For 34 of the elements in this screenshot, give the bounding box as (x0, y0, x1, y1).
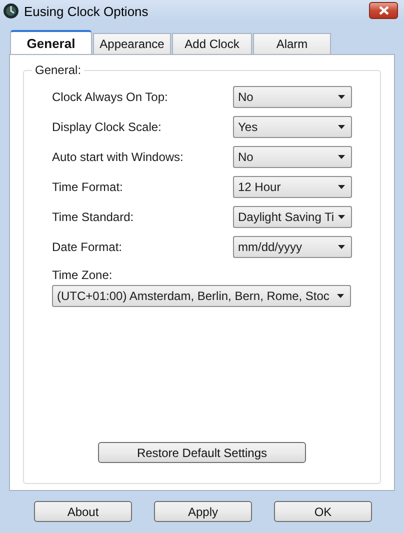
caret-icon (338, 155, 345, 159)
caret-icon (338, 125, 345, 129)
dropdown[interactable]: Daylight Saving Ti (233, 206, 352, 228)
setting-label: Display Clock Scale: (52, 120, 162, 134)
dropdown[interactable]: Yes (233, 116, 352, 138)
tab[interactable]: Alarm (253, 33, 331, 54)
group-title: General: (32, 63, 84, 77)
setting-label: Time Zone: (52, 268, 114, 282)
dropdown[interactable]: No (233, 86, 352, 108)
dropdown[interactable]: 12 Hour (233, 176, 352, 198)
setting-label: Clock Always On Top: (52, 90, 168, 104)
setting-label: Date Format: (52, 240, 122, 254)
dropdown[interactable]: mm/dd/yyyy (233, 236, 352, 258)
setting-label: Time Format: (52, 180, 123, 194)
caret-icon (338, 185, 345, 189)
tab[interactable]: Add Clock (172, 33, 252, 54)
dropdown[interactable]: No (233, 146, 352, 168)
tab[interactable]: General (10, 30, 92, 54)
window-title: Eusing Clock Options (24, 4, 150, 18)
about-button[interactable]: About (34, 501, 132, 522)
caret-icon (338, 95, 345, 99)
tab[interactable]: Appearance (93, 33, 171, 54)
caret-icon (338, 245, 345, 249)
time-zone-dropdown[interactable]: (UTC+01:00) Amsterdam, Berlin, Bern, Rome, Stoc (52, 285, 351, 307)
setting-label: Time Standard: (52, 210, 134, 224)
close-icon (378, 6, 388, 14)
close-button[interactable] (369, 2, 398, 18)
caret-icon (337, 294, 344, 298)
apply-button[interactable]: Apply (154, 501, 252, 522)
restore-defaults-button[interactable]: Restore Default Settings (98, 442, 306, 463)
caret-icon (338, 215, 345, 219)
ok-button[interactable]: OK (274, 501, 372, 522)
clock-icon (3, 3, 19, 19)
setting-label: Auto start with Windows: (52, 150, 184, 164)
